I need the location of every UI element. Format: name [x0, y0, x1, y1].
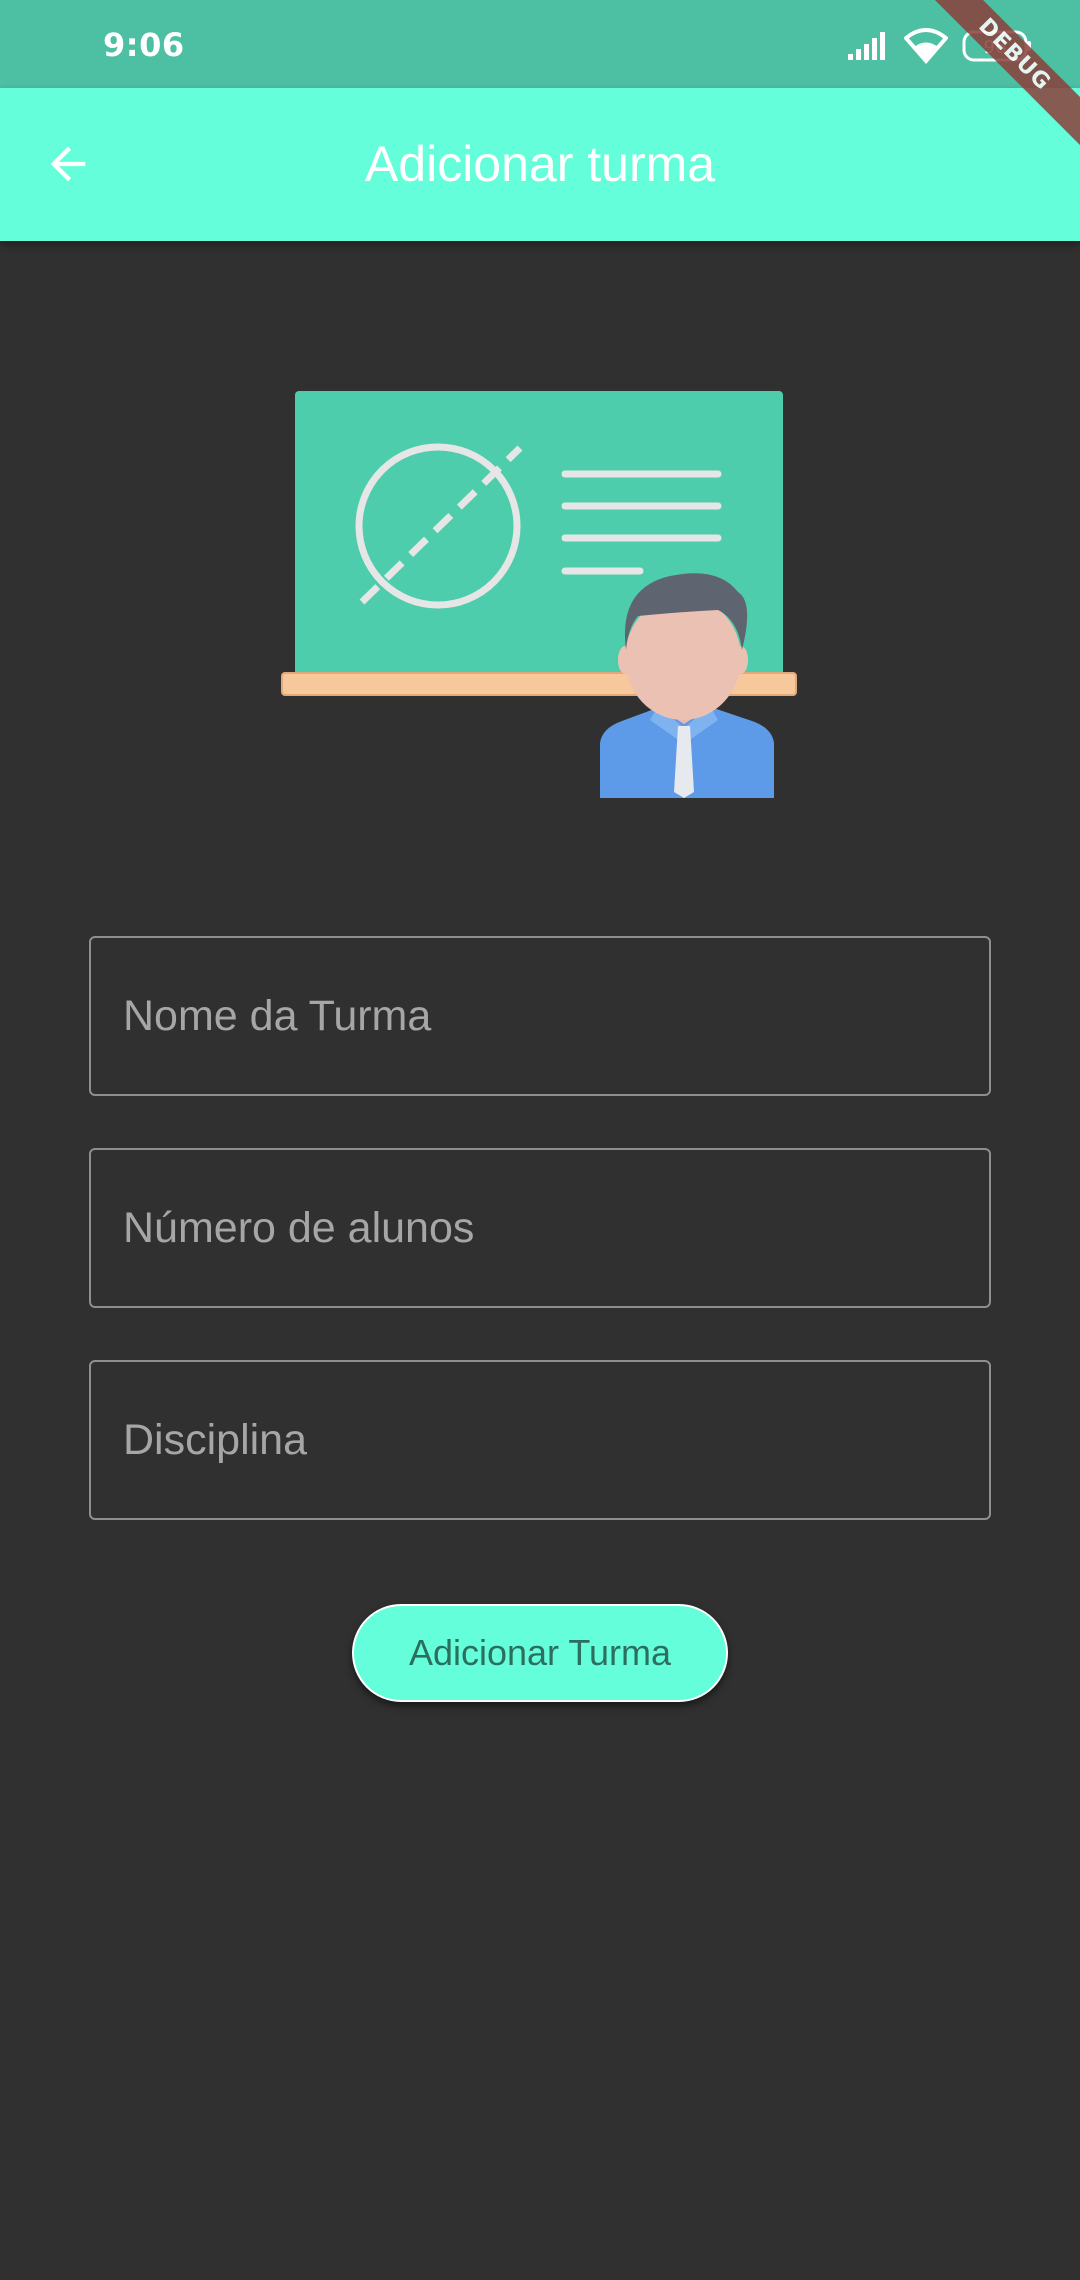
- teacher-at-blackboard-icon: [281, 391, 797, 798]
- status-bar: 9:06 96: [0, 0, 1080, 88]
- class-name-input[interactable]: [91, 938, 989, 1094]
- student-count-input[interactable]: [91, 1150, 989, 1306]
- status-time: 9:06: [103, 26, 185, 64]
- back-button[interactable]: [36, 132, 100, 196]
- add-class-button-label: Adicionar Turma: [408, 1632, 672, 1673]
- signal-icon: [848, 32, 885, 60]
- subject-input[interactable]: [91, 1362, 989, 1518]
- arrow-back-icon: [50, 146, 86, 182]
- class-name-field: [89, 936, 991, 1096]
- wifi-icon: [904, 28, 948, 64]
- subject-field: [89, 1360, 991, 1520]
- page-title: Adicionar turma: [364, 136, 716, 192]
- add-class-button[interactable]: Adicionar Turma: [352, 1604, 728, 1702]
- app-bar: Adicionar turma: [0, 88, 1080, 241]
- student-count-field: [89, 1148, 991, 1308]
